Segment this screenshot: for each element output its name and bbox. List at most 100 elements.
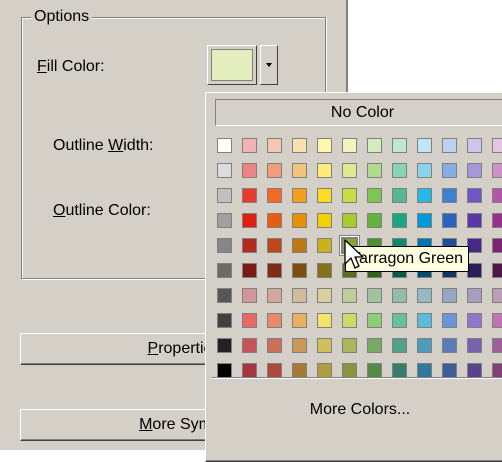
color-swatch[interactable]	[467, 313, 482, 328]
color-swatch[interactable]	[492, 288, 502, 303]
color-swatch[interactable]	[292, 263, 307, 278]
color-swatch[interactable]	[367, 288, 382, 303]
color-swatch[interactable]	[442, 188, 457, 203]
color-swatch[interactable]	[392, 313, 407, 328]
color-swatch[interactable]	[442, 338, 457, 353]
color-swatch[interactable]	[242, 313, 257, 328]
color-swatch[interactable]	[292, 213, 307, 228]
color-swatch[interactable]	[367, 338, 382, 353]
color-swatch[interactable]	[317, 163, 332, 178]
color-swatch[interactable]	[342, 363, 357, 378]
color-swatch[interactable]	[367, 313, 382, 328]
color-swatch[interactable]	[467, 188, 482, 203]
color-swatch[interactable]	[217, 363, 232, 378]
color-swatch[interactable]	[417, 163, 432, 178]
color-swatch[interactable]	[442, 213, 457, 228]
color-swatch[interactable]	[467, 213, 482, 228]
color-swatch[interactable]	[442, 288, 457, 303]
color-swatch[interactable]	[217, 263, 232, 278]
color-swatch[interactable]	[342, 213, 357, 228]
color-swatch[interactable]	[392, 338, 407, 353]
color-swatch[interactable]	[492, 138, 502, 153]
color-swatch[interactable]	[342, 338, 357, 353]
color-swatch[interactable]	[242, 138, 257, 153]
color-swatch[interactable]	[392, 363, 407, 378]
color-swatch[interactable]	[417, 288, 432, 303]
color-swatch[interactable]	[242, 338, 257, 353]
color-swatch[interactable]	[342, 313, 357, 328]
color-swatch[interactable]	[367, 163, 382, 178]
color-swatch[interactable]	[492, 338, 502, 353]
color-swatch[interactable]	[267, 363, 282, 378]
color-swatch[interactable]	[442, 363, 457, 378]
color-swatch[interactable]	[342, 163, 357, 178]
color-swatch[interactable]	[292, 163, 307, 178]
color-swatch[interactable]	[292, 288, 307, 303]
color-swatch[interactable]	[367, 363, 382, 378]
color-swatch[interactable]	[367, 188, 382, 203]
color-swatch[interactable]	[317, 363, 332, 378]
color-swatch[interactable]	[242, 188, 257, 203]
color-swatch[interactable]	[292, 238, 307, 253]
color-swatch[interactable]	[467, 263, 482, 278]
color-swatch[interactable]	[217, 338, 232, 353]
color-swatch[interactable]	[467, 163, 482, 178]
color-swatch[interactable]	[417, 338, 432, 353]
color-swatch[interactable]	[417, 363, 432, 378]
color-swatch[interactable]	[467, 138, 482, 153]
color-swatch[interactable]	[242, 238, 257, 253]
color-swatch[interactable]	[317, 313, 332, 328]
color-swatch[interactable]	[342, 288, 357, 303]
color-swatch[interactable]	[492, 163, 502, 178]
color-swatch[interactable]	[317, 213, 332, 228]
color-swatch[interactable]	[217, 188, 232, 203]
color-swatch[interactable]	[442, 138, 457, 153]
color-swatch[interactable]	[492, 363, 502, 378]
color-swatch[interactable]	[242, 288, 257, 303]
color-swatch[interactable]	[392, 288, 407, 303]
color-swatch[interactable]	[417, 138, 432, 153]
color-swatch[interactable]	[417, 188, 432, 203]
color-swatch[interactable]	[292, 363, 307, 378]
color-swatch[interactable]	[292, 138, 307, 153]
color-swatch[interactable]	[317, 288, 332, 303]
color-swatch[interactable]	[442, 163, 457, 178]
color-swatch[interactable]	[342, 138, 357, 153]
color-swatch[interactable]	[442, 313, 457, 328]
color-swatch[interactable]	[292, 313, 307, 328]
color-swatch[interactable]	[467, 338, 482, 353]
no-color-button[interactable]: No Color	[215, 99, 502, 126]
color-swatch[interactable]	[267, 138, 282, 153]
color-swatch[interactable]	[217, 213, 232, 228]
color-swatch[interactable]	[292, 338, 307, 353]
color-swatch[interactable]	[267, 213, 282, 228]
color-swatch[interactable]	[217, 313, 232, 328]
color-swatch[interactable]	[267, 238, 282, 253]
color-swatch[interactable]	[267, 263, 282, 278]
more-colors-button[interactable]: More Colors...	[206, 399, 502, 421]
color-swatch[interactable]	[317, 138, 332, 153]
color-swatch[interactable]	[467, 238, 482, 253]
color-swatch[interactable]	[267, 288, 282, 303]
fill-color-dropdown-button[interactable]	[260, 45, 278, 85]
color-swatch[interactable]	[292, 188, 307, 203]
color-swatch[interactable]	[317, 238, 332, 253]
color-swatch[interactable]	[492, 263, 502, 278]
color-swatch[interactable]	[317, 338, 332, 353]
color-swatch[interactable]	[367, 213, 382, 228]
color-swatch[interactable]	[342, 188, 357, 203]
color-swatch[interactable]	[492, 188, 502, 203]
color-swatch[interactable]	[392, 188, 407, 203]
color-swatch[interactable]	[267, 313, 282, 328]
color-swatch[interactable]	[267, 338, 282, 353]
color-swatch[interactable]	[267, 188, 282, 203]
color-swatch[interactable]	[392, 138, 407, 153]
color-swatch[interactable]	[317, 188, 332, 203]
color-swatch[interactable]	[467, 363, 482, 378]
fill-color-swatch-button[interactable]	[207, 45, 257, 85]
color-swatch[interactable]	[242, 213, 257, 228]
color-swatch[interactable]	[217, 163, 232, 178]
color-swatch[interactable]	[417, 213, 432, 228]
color-swatch[interactable]	[317, 263, 332, 278]
color-swatch[interactable]	[217, 238, 232, 253]
